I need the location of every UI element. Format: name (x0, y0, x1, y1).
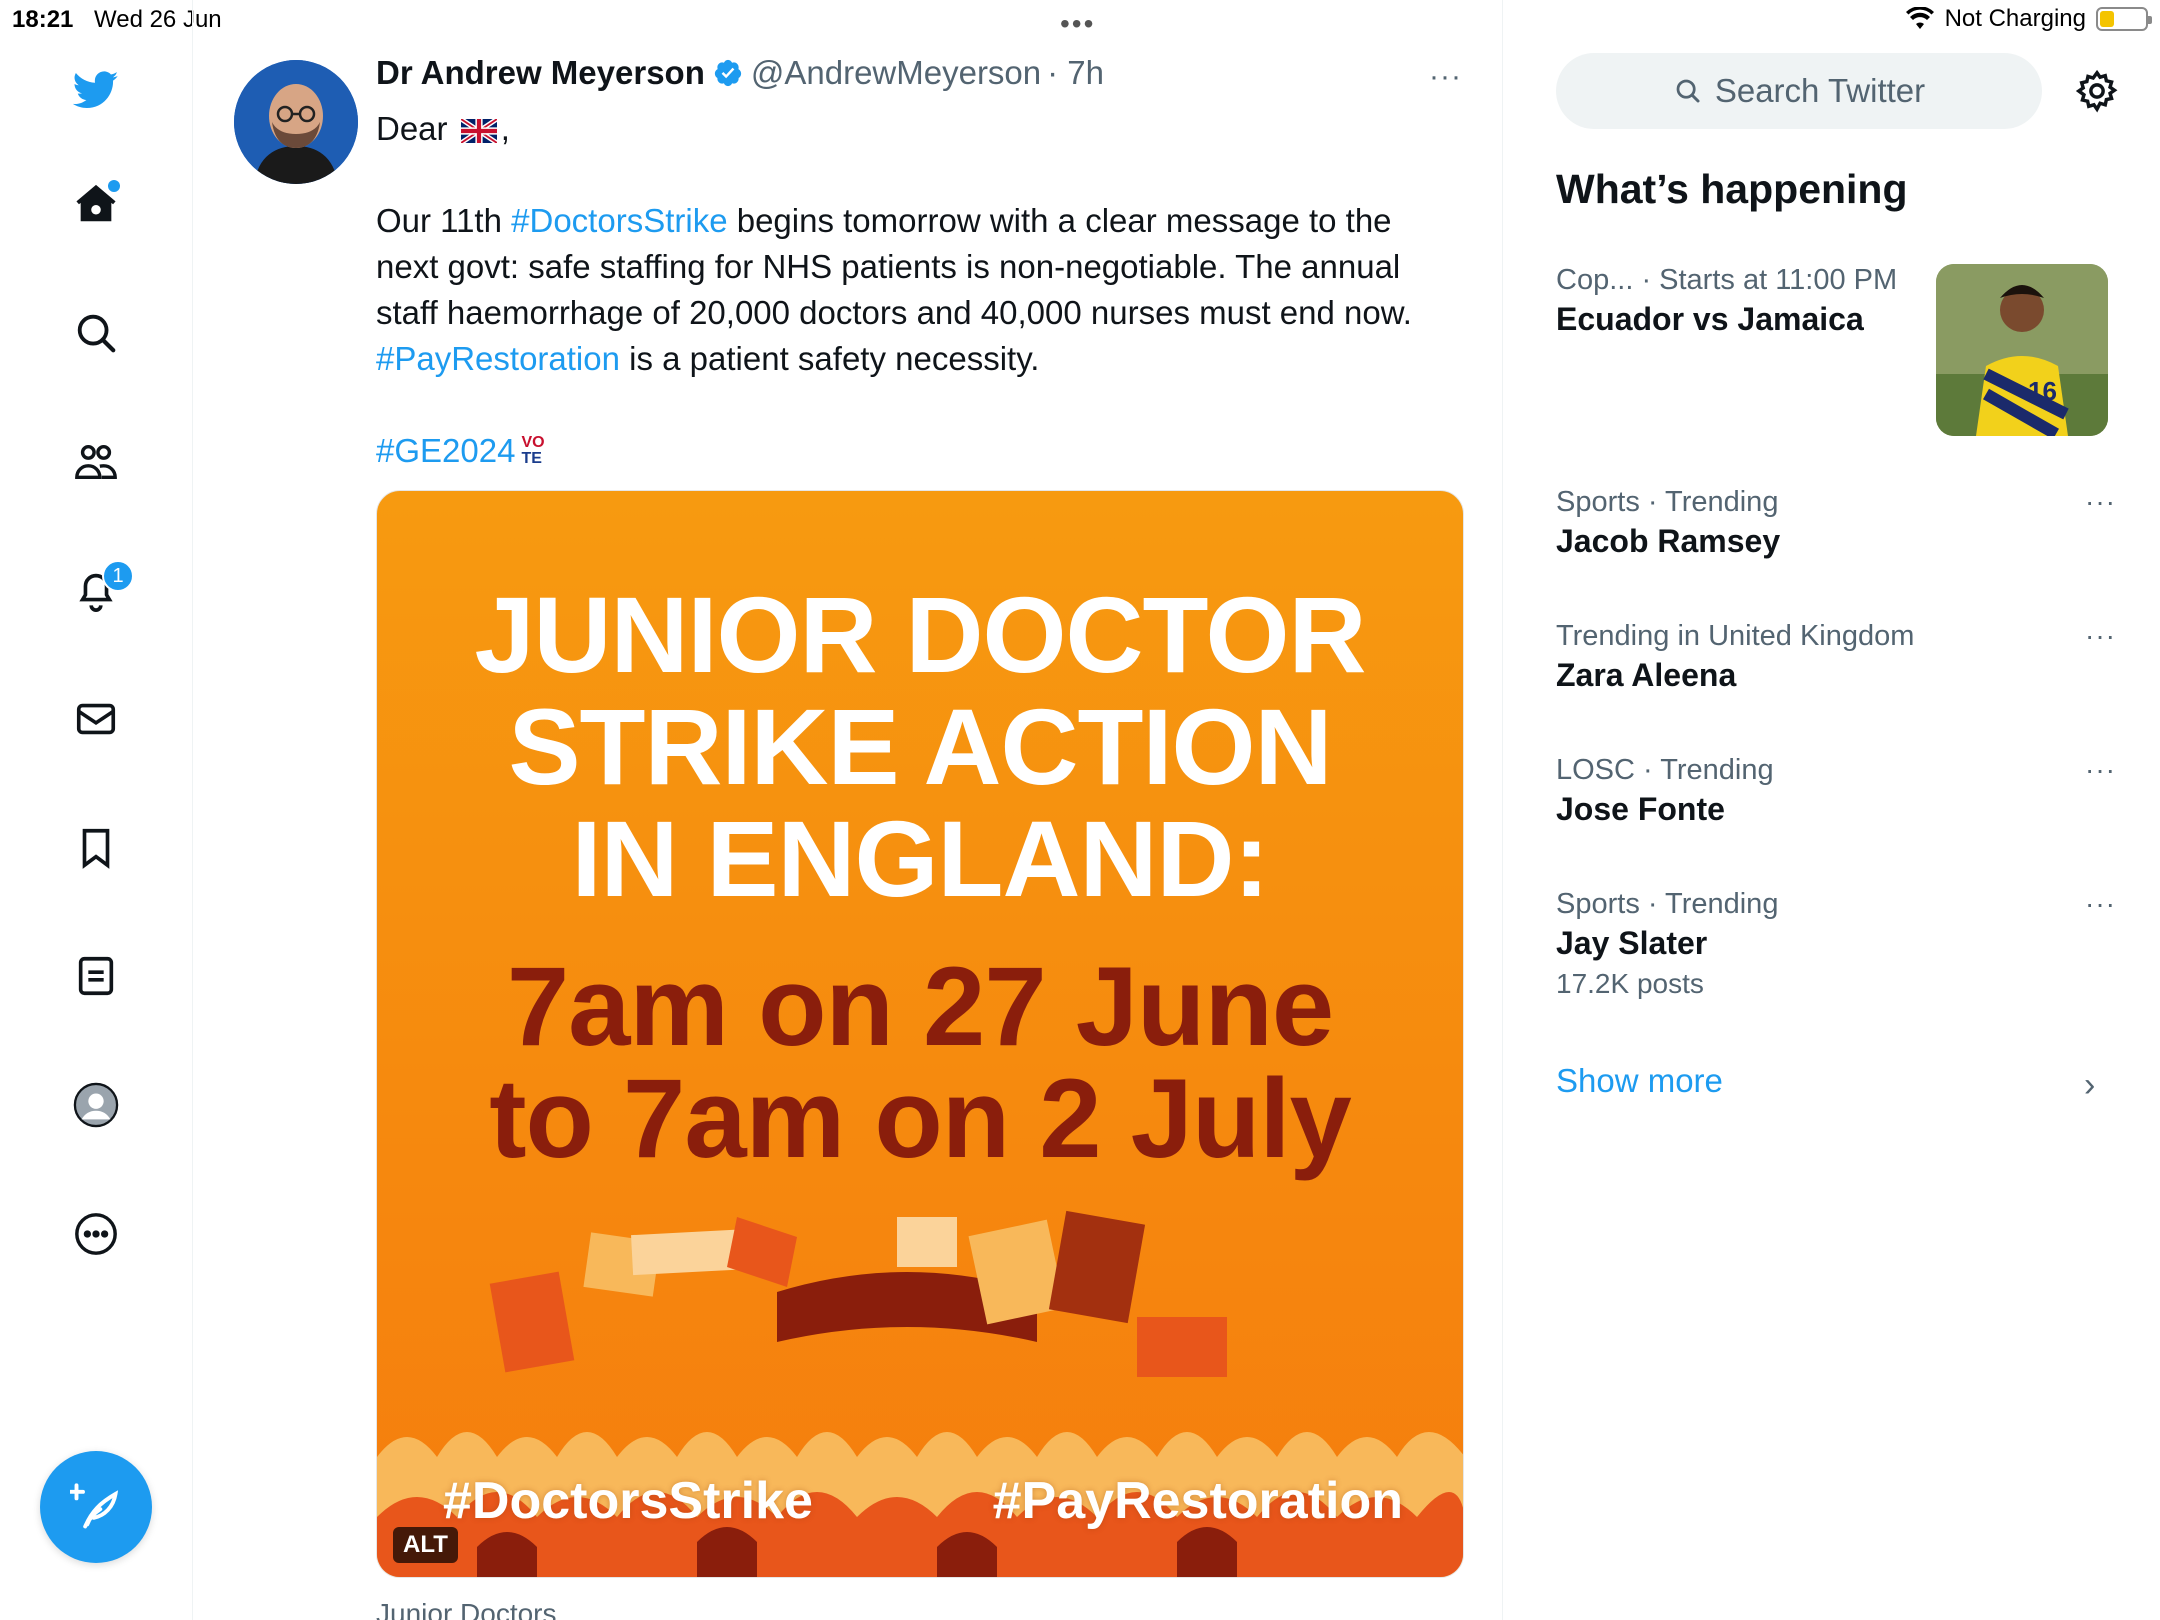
trend-more-button[interactable]: ··· (2085, 754, 2116, 786)
trend-item[interactable]: LOSC · Trending Jose Fonte ··· (1556, 754, 2116, 828)
featured-category: Cop... (1556, 264, 1634, 296)
chevron-right-icon: › (2084, 1066, 2096, 1104)
media-caption: Junior Doctors (376, 1598, 557, 1620)
hashtag-payrestoration[interactable]: #PayRestoration (376, 340, 620, 377)
poster-hashtag-doctorsstrike: #DoctorsStrike (443, 1472, 813, 1530)
vote-badge-icon: VO TE (521, 435, 544, 467)
trend-meta: LOSC · Trending (1556, 754, 1774, 786)
tweet-time[interactable]: · 7h (1047, 54, 1104, 92)
hashtag-doctorsstrike[interactable]: #DoctorsStrike (511, 202, 727, 239)
trend-meta: Sports · Trending (1556, 486, 1779, 518)
search-icon (77, 314, 116, 353)
trend-meta: Trending in United Kingdom (1556, 620, 1915, 652)
tweet-more-button[interactable]: ··· (1429, 60, 1462, 94)
feather-plus-icon (70, 1483, 119, 1529)
tweet-column: Dr Andrew Meyerson @AndrewMeyerson · 7h … (193, 0, 1503, 1620)
settings-gear-icon[interactable] (2074, 68, 2120, 114)
greeting-suffix: , (500, 110, 510, 147)
search-placeholder: Search Twitter (1714, 72, 1926, 109)
right-sidebar: Search Twitter What’s happening Cop... ·… (1504, 0, 2160, 1620)
search-icon (1676, 79, 1700, 103)
nav-communities[interactable] (64, 430, 128, 494)
hashtag-ge2024[interactable]: #GE2024 (376, 428, 515, 474)
tweet-paragraph: Our 11th #DoctorsStrike begins tomorrow … (376, 198, 1446, 382)
notification-badge: 1 (102, 560, 134, 592)
nav-more[interactable] (64, 1202, 128, 1266)
vote-badge-bottom: TE (521, 450, 542, 467)
nav-home[interactable] (64, 172, 128, 236)
trend-title: Jay Slater (1556, 925, 1708, 961)
uk-flag-icon (460, 119, 497, 144)
twitter-logo-icon[interactable] (64, 58, 128, 122)
compose-tweet-button[interactable] (40, 1451, 152, 1563)
svg-text:16: 16 (2028, 376, 2057, 406)
author-handle[interactable]: @AndrewMeyerson (751, 54, 1041, 92)
show-more-link[interactable]: Show more (1556, 1062, 1723, 1100)
trend-meta: Sports · Trending (1556, 888, 1779, 920)
trend-title: Jacob Ramsey (1556, 523, 1781, 559)
poster-title-line: IN ENGLAND: (571, 798, 1270, 919)
tweet-hashtag-line: #GE2024 VO TE (376, 428, 1446, 474)
trend-item[interactable]: Sports · Trending Jacob Ramsey ··· (1556, 486, 2116, 560)
poster-title: JUNIOR DOCTOR STRIKE ACTION IN ENGLAND: (377, 579, 1463, 915)
featured-time: · Starts at 11:00 PM (1641, 264, 1898, 296)
vote-badge-top: VO (521, 434, 545, 451)
greeting-line: Dear , (376, 106, 1446, 152)
tweet-image[interactable]: JUNIOR DOCTOR STRIKE ACTION IN ENGLAND: … (376, 490, 1464, 1578)
poster-date-line: 7am on 27 June (506, 944, 1334, 1069)
nav-messages[interactable] (64, 687, 128, 751)
search-input[interactable]: Search Twitter (1556, 53, 2042, 129)
poster-title-line: JUNIOR DOCTOR (474, 574, 1366, 695)
nav-profile[interactable] (64, 1073, 128, 1137)
trend-item[interactable]: Sports · Trending Jay Slater 17.2K posts… (1556, 888, 2116, 1000)
poster-title-line: STRIKE ACTION (508, 686, 1333, 807)
author-name[interactable]: Dr Andrew Meyerson (376, 54, 705, 92)
text-part: is a patient safety necessity. (619, 340, 1040, 377)
nav-bookmarks[interactable] (64, 816, 128, 880)
poster-hashtag-payrestoration: #PayRestoration (992, 1472, 1403, 1530)
trend-title: Jose Fonte (1556, 791, 1725, 827)
author-avatar[interactable] (234, 60, 358, 184)
more-circle-icon (75, 1213, 117, 1255)
alt-text-badge[interactable]: ALT (393, 1527, 458, 1563)
trend-more-button[interactable]: ··· (2085, 888, 2116, 920)
featured-event-image[interactable]: 16 (1936, 264, 2108, 436)
tweet-header: Dr Andrew Meyerson @AndrewMeyerson · 7h (376, 54, 1104, 92)
mail-icon (76, 703, 116, 735)
left-nav: 1 (0, 0, 193, 1620)
nav-lists[interactable] (64, 944, 128, 1008)
tweet-text: Dear , Our 11th #DoctorsStrike begins to… (376, 106, 1446, 474)
nav-notifications[interactable]: 1 (64, 558, 134, 622)
greeting-text: Dear (376, 110, 448, 147)
text-part: Our 11th (376, 202, 512, 239)
profile-avatar-icon (73, 1082, 119, 1128)
list-icon (78, 956, 114, 996)
nav-explore[interactable] (64, 301, 128, 365)
verified-badge-icon (714, 59, 741, 87)
trend-more-button[interactable]: ··· (2085, 620, 2116, 652)
communities-icon (75, 444, 117, 480)
trend-more-button[interactable]: ··· (2085, 486, 2116, 518)
poster-dates: 7am on 27 June to 7am on 2 July (377, 951, 1463, 1175)
trend-post-count: 17.2K posts (1556, 968, 1704, 999)
trend-item[interactable]: Trending in United Kingdom Zara Aleena ·… (1556, 620, 2116, 694)
trend-title: Zara Aleena (1556, 657, 1737, 693)
whats-happening-title: What’s happening (1556, 166, 1908, 212)
bookmark-icon (82, 828, 110, 869)
